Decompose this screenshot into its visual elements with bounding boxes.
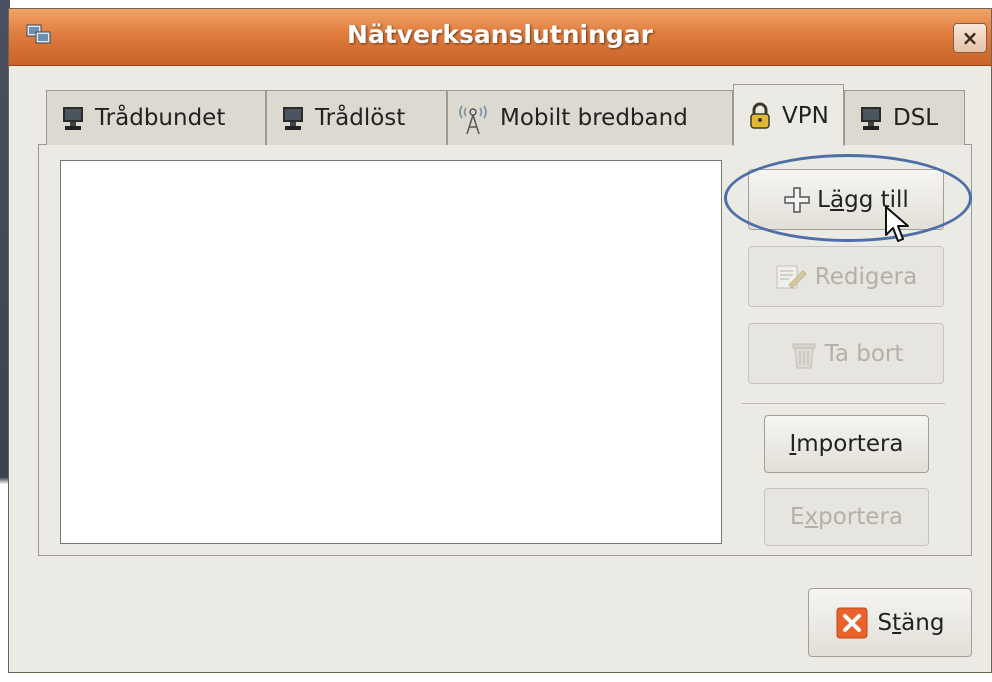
monitor-icon [63, 107, 83, 130]
close-icon: × [961, 26, 979, 50]
title-bar[interactable]: Nätverksanslutningar × [9, 9, 991, 66]
trash-icon [792, 343, 816, 368]
tab-dsl[interactable]: DSL [844, 90, 965, 145]
delete-button[interactable]: Ta bort [748, 323, 944, 384]
close-button-label: Stäng [877, 609, 945, 636]
window-close-button[interactable]: × [953, 23, 987, 53]
tab-mobilt-bredband[interactable]: Mobilt bredband [447, 90, 733, 145]
tab-label: VPN [782, 102, 829, 129]
export-button[interactable]: Exportera [764, 488, 929, 546]
edit-button-label: Redigera [814, 263, 918, 290]
lock-icon [750, 102, 770, 129]
delete-button-label: Ta bort [824, 340, 904, 367]
edit-icon [776, 265, 807, 289]
edit-button[interactable]: Redigera [748, 246, 944, 307]
window-title: Nätverksanslutningar [347, 20, 653, 49]
tab-tradlost[interactable]: Trådlöst [266, 90, 447, 145]
tab-label: Mobilt bredband [500, 105, 688, 131]
button-separator [742, 403, 945, 404]
monitor-icon [861, 107, 881, 130]
add-button[interactable]: Lägg till [748, 169, 944, 230]
close-x-icon [836, 607, 868, 638]
antenna-icon [459, 105, 487, 135]
tab-tradbundet[interactable]: Trådbundet [46, 90, 266, 145]
import-button[interactable]: Importera [764, 415, 929, 473]
monitor-icon [283, 107, 303, 130]
tab-label: Trådlöst [315, 105, 406, 131]
tab-vpn[interactable]: VPN [733, 84, 844, 146]
tab-label: Trådbundet [95, 105, 226, 131]
plus-icon [784, 186, 810, 213]
tab-label: DSL [893, 105, 939, 131]
mouse-pointer-icon [885, 206, 909, 242]
export-button-label: Exportera [789, 504, 904, 530]
import-button-label: Importera [789, 431, 904, 457]
close-button[interactable]: Stäng [808, 588, 972, 657]
vpn-connections-list[interactable] [60, 160, 722, 544]
